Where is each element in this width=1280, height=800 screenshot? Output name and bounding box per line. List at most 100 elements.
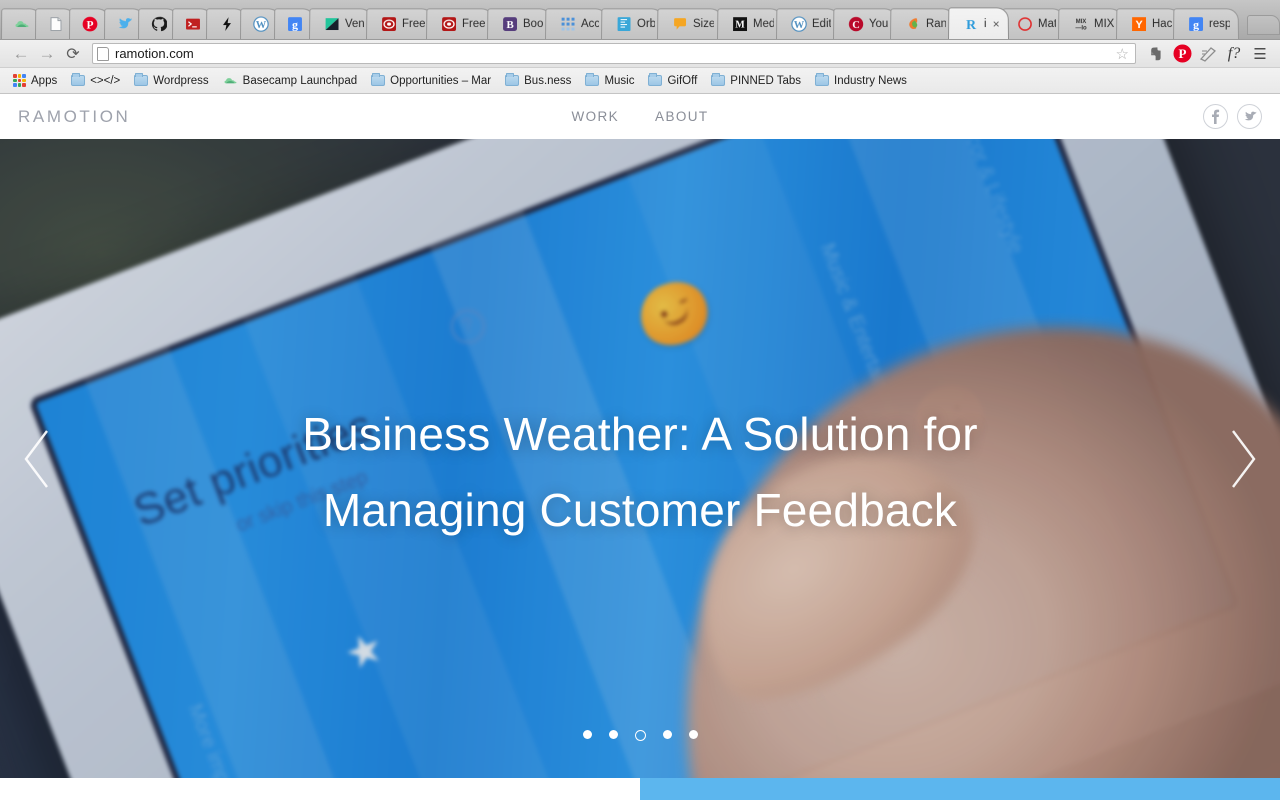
chrome-menu-button[interactable]: ☰ [1248, 42, 1272, 66]
bookmark-item-6[interactable]: Music [578, 73, 641, 87]
hamburger-menu-icon: ☰ [1253, 45, 1267, 63]
browser-tab-15[interactable]: Size [657, 8, 724, 39]
bootstrap-icon: B [502, 16, 518, 32]
hero-title-line-2: Managing Customer Feedback [322, 483, 958, 536]
page-viewport: RAMOTION WORK ABOUT Set priorities or sk… [0, 94, 1280, 800]
browser-tab-12[interactable]: B Boo [486, 8, 552, 39]
bookmark-item-0[interactable]: Apps [6, 74, 64, 87]
evernote-extension-icon[interactable] [1144, 42, 1168, 66]
url-text: ramotion.com [115, 46, 194, 61]
browser-tab-21[interactable]: Mat [1001, 8, 1066, 39]
bookmark-item-1[interactable]: <></> [64, 73, 127, 87]
apps-grid-icon [13, 74, 26, 87]
bookmark-star-icon[interactable]: ☆ [1116, 45, 1129, 63]
new-tab-button[interactable] [1246, 15, 1280, 35]
bottom-strip-left [0, 778, 640, 800]
notes-extension-icon[interactable] [1196, 42, 1220, 66]
hero-slider: Set priorities or skip this step ? More … [0, 139, 1280, 779]
page-bottom-strip [0, 778, 1280, 800]
crunchbase-icon: C [848, 16, 864, 32]
svg-text:g: g [292, 18, 298, 32]
tab-label: Med [752, 18, 775, 31]
slider-dot-2[interactable] [608, 730, 618, 739]
tab-close-icon[interactable]: × [993, 17, 1000, 31]
nav-item-about[interactable]: ABOUT [655, 109, 709, 124]
basecamp-cloud-icon [223, 75, 238, 86]
tab-label: Ran [925, 18, 946, 31]
tab-label: i [983, 17, 986, 30]
browser-tab-23[interactable]: Y Hac [1115, 8, 1181, 39]
reload-button[interactable]: ⟳ [60, 42, 86, 66]
font-extension-icon[interactable]: f? [1222, 42, 1246, 66]
address-bar[interactable]: ramotion.com ☆ [92, 43, 1136, 64]
back-button[interactable]: ← [8, 42, 34, 66]
github-icon [150, 16, 167, 32]
bookmark-item-9[interactable]: Industry News [808, 73, 914, 87]
pinterest-extension-icon[interactable]: P [1170, 42, 1194, 66]
browser-tab-22[interactable]: MIX —Io MIX [1058, 8, 1123, 39]
site-header: RAMOTION WORK ABOUT [0, 94, 1280, 139]
material-o-icon [1017, 16, 1033, 32]
browser-tab-active-20[interactable]: Ri × [947, 7, 1009, 39]
reload-icon: ⟳ [66, 45, 80, 63]
folder-icon [711, 73, 726, 86]
browser-tab-14[interactable]: Orb [600, 8, 665, 39]
svg-text:W: W [794, 20, 805, 31]
hero-title: Business Weather: A Solution for Managin… [0, 397, 1280, 549]
bookmarks-bar: Apps <></> Wordpress Basecamp Launchpad Oppo… [0, 68, 1280, 94]
tab-label: resp [1209, 18, 1231, 31]
bookmark-label: Basecamp Launchpad [242, 74, 358, 87]
svg-text:M: M [735, 20, 745, 31]
svg-text:P: P [1178, 46, 1186, 61]
browser-toolbar: ← → ⟳ ramotion.com ☆ P f? ☰ [0, 40, 1280, 68]
folder-icon [134, 73, 149, 86]
browser-tab-18[interactable]: C You [833, 8, 897, 39]
slider-dot-5[interactable] [688, 730, 698, 739]
sizeup-bubble-icon [672, 16, 688, 32]
facebook-icon[interactable] [1203, 104, 1228, 129]
forward-button[interactable]: → [34, 42, 60, 66]
medium-icon: M [732, 16, 748, 32]
bookmark-item-4[interactable]: Opportunities – Mar [364, 73, 498, 87]
folder-icon [505, 73, 520, 86]
browser-tab-13[interactable]: Acc [544, 8, 608, 39]
hero-title-line-1: Business Weather: A Solution for [302, 408, 978, 460]
browser-tab-19[interactable]: Ran [889, 8, 955, 39]
tab-label: Free [401, 18, 425, 31]
tab-label: You [869, 18, 888, 31]
social-links [1203, 104, 1262, 129]
tab-label: Free [462, 18, 485, 31]
svg-text:W: W [256, 20, 267, 31]
bookmark-label: Apps [31, 74, 58, 87]
slider-dot-1[interactable] [582, 730, 592, 739]
svg-text:C: C [852, 20, 860, 31]
slider-prev-button[interactable] [20, 426, 54, 492]
browser-tab-9[interactable]: Ven [308, 8, 373, 39]
twitter-icon[interactable] [1237, 104, 1262, 129]
slider-dot-4[interactable] [662, 730, 672, 739]
bookmark-item-8[interactable]: PINNED Tabs [704, 73, 808, 87]
bookmark-item-3[interactable]: Basecamp Launchpad [216, 75, 364, 87]
folder-icon [371, 73, 386, 86]
site-logo[interactable]: RAMOTION [18, 107, 130, 127]
browser-tab-17[interactable]: W Edit [776, 8, 841, 39]
slider-next-button[interactable] [1226, 426, 1260, 492]
bookmark-item-7[interactable]: GifOff [641, 73, 704, 87]
bookmark-item-5[interactable]: Bus.ness [498, 73, 578, 87]
browser-tab-16[interactable]: M Med [716, 8, 784, 39]
wordpress-icon: W [791, 16, 807, 32]
tab-label: Edit [812, 18, 832, 31]
wordpress-icon: W [253, 16, 269, 32]
bookmark-item-2[interactable]: Wordpress [127, 73, 215, 87]
browser-tab-24[interactable]: g resp [1173, 8, 1240, 39]
slider-dot-3-active[interactable] [634, 730, 646, 741]
browser-tab-10[interactable]: Free [365, 8, 434, 39]
page-info-icon[interactable] [97, 46, 109, 61]
bottom-strip-right [640, 778, 1280, 800]
bookmark-label: GifOff [667, 74, 698, 87]
nav-item-work[interactable]: WORK [571, 109, 619, 124]
browser-tab-11[interactable]: Free [426, 8, 494, 39]
tab-label: Acc [580, 18, 599, 31]
tab-label: Ven [344, 18, 364, 31]
bookmark-label: PINNED Tabs [730, 74, 802, 87]
